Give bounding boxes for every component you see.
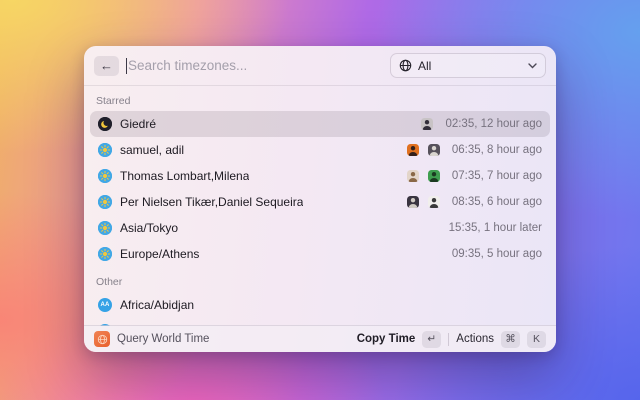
list-item[interactable]: samuel, adil 06:35, 8 hour ago [90,137,550,163]
timezone-list: Starred Giedré 02:35, 12 hour ago samuel… [84,86,556,326]
timezone-title: samuel, adil [120,143,185,157]
timezone-time: 06:35, 8 hour ago [451,144,542,156]
search-input[interactable] [128,58,390,73]
timezone-title: Asia/Tokyo [120,221,179,235]
copy-time-action[interactable]: Copy Time [357,333,416,345]
avatar [427,196,440,208]
app-icon [94,331,110,347]
k-key-icon: K [527,330,546,348]
action-bar: Query World Time Copy Time ↵ Actions ⌘ K [84,325,556,352]
timezone-title: Thomas Lombart,Milena [120,169,250,183]
back-button[interactable]: ← [94,55,119,76]
text-caret [126,57,127,74]
timezone-title: Africa/Abidjan [120,298,195,312]
enter-key-icon: ↵ [422,330,442,348]
filter-value: All [418,58,432,73]
list-item[interactable]: AA Africa/Abidjan [90,292,550,318]
back-arrow-icon: ← [100,57,113,73]
timezone-time: 15:35, 1 hour later [448,222,542,234]
list-item[interactable]: Europe/Athens 09:35, 5 hour ago [90,241,550,267]
section-header-other: Other [96,276,123,288]
avatar-group [406,196,440,208]
sun-icon [98,143,112,157]
timezone-title: Europe/Athens [120,247,200,261]
globe-icon [399,59,412,72]
sun-icon [98,169,112,183]
list-item[interactable]: Giedré 02:35, 12 hour ago [90,111,550,137]
avatar [421,118,434,130]
timezone-time: 07:35, 7 hour ago [451,170,542,182]
avatar-group [406,144,440,156]
list-item[interactable]: Thomas Lombart,Milena 07:35, 7 hour ago [90,163,550,189]
sun-icon [98,195,112,209]
chevron-down-icon [528,62,537,69]
avatar [406,170,419,182]
filter-dropdown[interactable]: All [390,53,546,78]
avatar [427,144,440,156]
actions-menu[interactable]: Actions [456,333,494,345]
launcher-window: ← All Starred Giedré [84,46,556,352]
initials-icon: AA [98,298,112,312]
timezone-time: 09:35, 5 hour ago [451,248,542,260]
sun-icon [98,247,112,261]
app-name: Query World Time [117,333,210,345]
timezone-time: 08:35, 6 hour ago [451,196,542,208]
list-item[interactable]: Per Nielsen Tikær,Daniel Sequeira 08:35,… [90,189,550,215]
avatar [406,196,419,208]
list-item[interactable]: Asia/Tokyo 15:35, 1 hour later [90,215,550,241]
section-header-starred: Starred [96,95,131,107]
timezone-title: Per Nielsen Tikær,Daniel Sequeira [120,195,304,209]
timezone-title: Giedré [120,117,157,131]
timezone-time: 02:35, 12 hour ago [445,118,542,130]
moon-icon [98,117,112,131]
command-key-icon: ⌘ [501,330,520,348]
divider [448,332,450,346]
top-bar: ← All [84,46,556,86]
avatar-group [421,118,434,130]
avatar [427,170,440,182]
avatar-group [406,170,440,182]
sun-icon [98,221,112,235]
avatar [406,144,419,156]
